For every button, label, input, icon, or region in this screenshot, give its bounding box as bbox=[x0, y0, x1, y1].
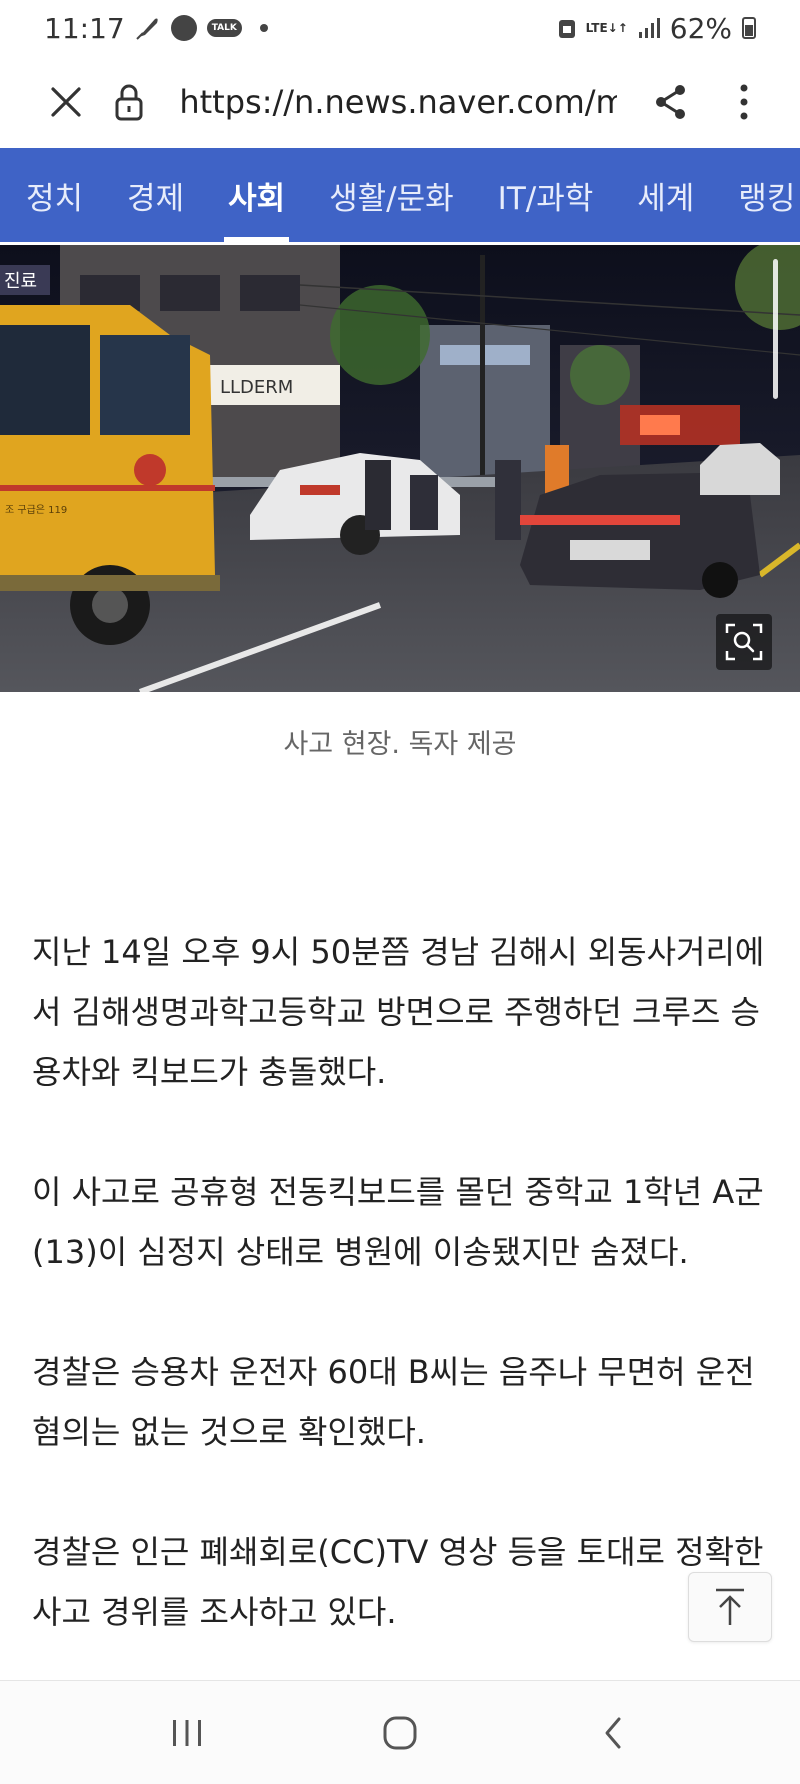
scroll-to-top-icon bbox=[716, 1588, 744, 1625]
share-icon[interactable] bbox=[647, 72, 697, 132]
lte-label: LTE bbox=[585, 20, 608, 35]
photo-scroll-indicator bbox=[773, 259, 778, 399]
article-body: 지난 14일 오후 9시 50분쯤 경남 김해시 외동사거리에서 김해생명과학고… bbox=[32, 922, 772, 1702]
status-time: 11:17 bbox=[44, 11, 125, 45]
close-icon[interactable] bbox=[36, 72, 96, 132]
system-nav-bar bbox=[0, 1680, 800, 1784]
browser-url-bar: https://n.news.naver.com/mr bbox=[0, 56, 800, 148]
truck-sign-text: 진료 bbox=[4, 271, 37, 292]
accident-scene-illustration: LLDERM 진료 조 구급은 119 bbox=[0, 245, 800, 692]
status-right: LTE ↓↑ 62% bbox=[558, 12, 756, 45]
battery-percent: 62% bbox=[669, 11, 732, 45]
article-photo[interactable]: LLDERM 진료 조 구급은 119 bbox=[0, 245, 800, 692]
article-paragraph: 지난 14일 오후 9시 50분쯤 경남 김해시 외동사거리에서 김해생명과학고… bbox=[32, 933, 765, 1091]
tab-category[interactable]: IT/과학 bbox=[498, 148, 594, 242]
tab-category[interactable]: 세계 bbox=[637, 148, 694, 242]
home-icon[interactable] bbox=[360, 1693, 440, 1773]
more-vert-icon[interactable] bbox=[724, 72, 764, 132]
photo-caption: 사고 현장. 독자 제공 bbox=[283, 729, 517, 760]
tab-category[interactable]: 랭킹 bbox=[738, 148, 795, 242]
tab-category[interactable]: 사회 bbox=[224, 148, 290, 242]
tab-category[interactable]: 경제 bbox=[127, 148, 184, 242]
more-notifications-dot-icon bbox=[259, 24, 268, 32]
data-saver-icon bbox=[558, 17, 576, 39]
article-paragraph: 경찰은 인근 폐쇄회로(CC)TV 영상 등을 토대로 정확한 사고 경위를 조… bbox=[32, 1533, 764, 1631]
article-paragraph: 이 사고로 공휴형 전동킥보드를 몰던 중학교 1학년 A군(13)이 심정지 … bbox=[32, 1173, 764, 1271]
kakaotalk-icon: TALK bbox=[206, 19, 242, 37]
tab-category[interactable]: 정치 bbox=[26, 148, 83, 242]
article-paragraph: 경찰은 승용차 운전자 60대 B씨는 음주나 무면허 운전 혐의는 없는 것으… bbox=[32, 1353, 755, 1451]
status-left: 11:17 TALK bbox=[44, 12, 268, 45]
lock-icon[interactable] bbox=[108, 72, 152, 132]
app-notification-icon bbox=[170, 15, 197, 41]
battery-icon bbox=[742, 17, 756, 39]
lte-icon: LTE ↓↑ bbox=[585, 20, 628, 35]
url-text[interactable]: https://n.news.naver.com/mr bbox=[179, 83, 616, 121]
zoom-search-icon[interactable] bbox=[716, 614, 772, 670]
signal-icon bbox=[638, 18, 660, 38]
truck-door-text: 조 구급은 119 bbox=[5, 504, 67, 516]
recents-icon[interactable] bbox=[147, 1693, 227, 1773]
feather-notification-icon bbox=[135, 15, 161, 41]
store-sign-text: LLDERM bbox=[220, 377, 293, 398]
tab-category[interactable]: 생활/문화 bbox=[329, 148, 454, 242]
status-bar: 11:17 TALK LTE ↓↑ 62% bbox=[0, 0, 800, 56]
lte-arrows: ↓↑ bbox=[607, 20, 628, 35]
category-nav: 정치 경제 사회 생활/문화 IT/과학 세계 랭킹 bbox=[0, 148, 800, 242]
back-icon[interactable] bbox=[573, 1693, 653, 1773]
scroll-to-top-button[interactable] bbox=[688, 1572, 772, 1642]
